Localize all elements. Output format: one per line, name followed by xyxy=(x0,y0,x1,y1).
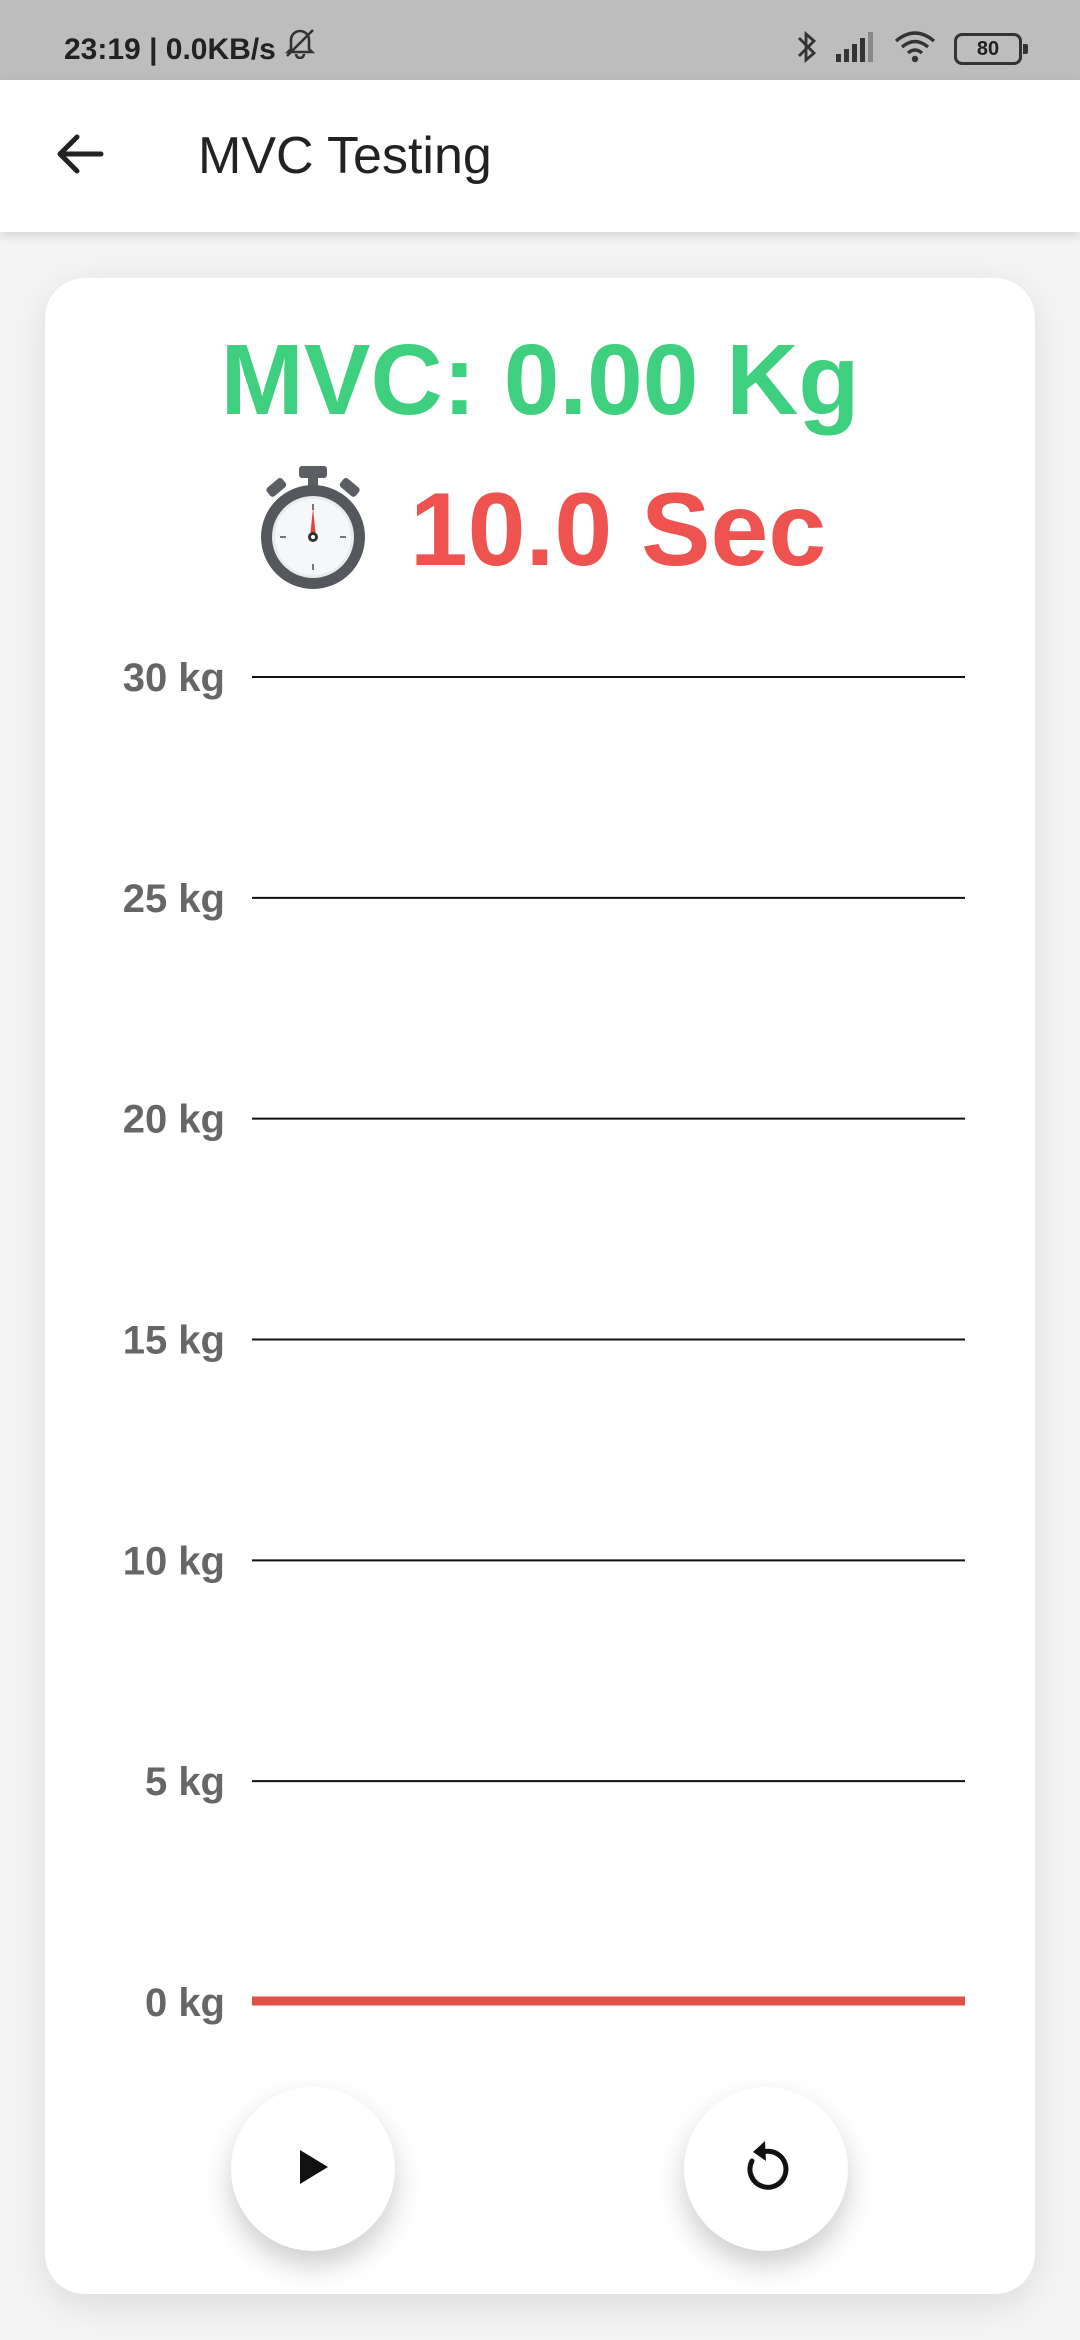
y-tick-label: 0 kg xyxy=(145,1981,225,2025)
y-tick-label: 15 kg xyxy=(123,1319,225,1363)
replay-icon xyxy=(739,2137,793,2202)
play-button[interactable] xyxy=(231,2087,395,2251)
y-tick-label: 10 kg xyxy=(123,1539,225,1583)
play-icon xyxy=(296,2148,330,2191)
force-chart: 0 kg 5 kg 10 kg 15 kg 20 kg 25 kg 30 kg xyxy=(123,656,965,2025)
reset-button[interactable] xyxy=(684,2087,848,2251)
y-tick-label: 5 kg xyxy=(145,1760,225,1804)
y-tick-label: 20 kg xyxy=(123,1098,225,1142)
y-tick-label: 25 kg xyxy=(123,877,225,921)
y-tick-label: 30 kg xyxy=(123,656,225,700)
